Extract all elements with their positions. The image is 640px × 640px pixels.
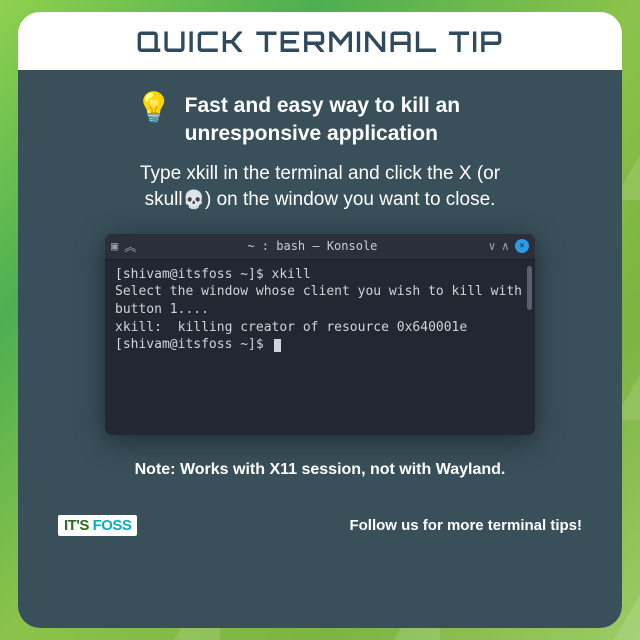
terminal-window: ▣ ︽ ~ : bash — Konsole ∨ ∧ ✕ [shivam@its…: [105, 234, 535, 435]
terminal-line: [shivam@itsfoss ~]$ xkill: [115, 266, 525, 284]
titlebar-right: ∨ ∧ ✕: [489, 239, 529, 253]
terminal-line: Select the window whose client you wish …: [115, 283, 525, 318]
maximize-icon[interactable]: ∧: [502, 239, 509, 253]
terminal-body[interactable]: [shivam@itsfoss ~]$ xkill Select the win…: [105, 260, 535, 435]
card-footer: IT'S FOSS Follow us for more terminal ti…: [48, 479, 592, 536]
card-header: QUICK TERMINAL TIP: [18, 12, 622, 70]
page-title: QUICK TERMINAL TIP: [136, 24, 504, 59]
terminal-app-icon: ▣: [111, 239, 118, 253]
terminal-cursor: [274, 339, 281, 352]
headline-row: 💡 Fast and easy way to kill an unrespons…: [135, 92, 504, 149]
instruction-text-post: ) on the window you want to close.: [205, 189, 495, 210]
card-main: 💡 Fast and easy way to kill an unrespons…: [18, 70, 622, 628]
scrollbar-thumb[interactable]: [527, 266, 532, 310]
terminal-line: xkill: killing creator of resource 0x640…: [115, 319, 525, 337]
follow-cta: Follow us for more terminal tips!: [349, 517, 582, 534]
terminal-titlebar: ▣ ︽ ~ : bash — Konsole ∨ ∧ ✕: [105, 234, 535, 260]
close-icon[interactable]: ✕: [515, 239, 529, 253]
lightbulb-icon: 💡: [135, 94, 172, 124]
terminal-line: [shivam@itsfoss ~]$: [115, 336, 525, 354]
tip-note: Note: Works with X11 session, not with W…: [135, 461, 506, 479]
tip-card: QUICK TERMINAL TIP 💡 Fast and easy way t…: [18, 12, 622, 628]
tip-headline: Fast and easy way to kill an unresponsiv…: [185, 92, 505, 149]
itsfoss-logo: IT'S FOSS: [58, 515, 137, 536]
chevron-up-double-icon[interactable]: ︽: [124, 238, 136, 255]
titlebar-left: ▣ ︽: [111, 238, 136, 255]
tip-instruction: Type xkill in the terminal and click the…: [130, 161, 510, 214]
skull-icon: 💀: [183, 190, 205, 210]
logo-its: IT'S: [64, 517, 89, 534]
logo-foss: FOSS: [89, 517, 132, 534]
terminal-prompt: [shivam@itsfoss ~]$: [115, 337, 272, 352]
terminal-title: ~ : bash — Konsole: [247, 239, 377, 253]
minimize-icon[interactable]: ∨: [489, 239, 496, 253]
